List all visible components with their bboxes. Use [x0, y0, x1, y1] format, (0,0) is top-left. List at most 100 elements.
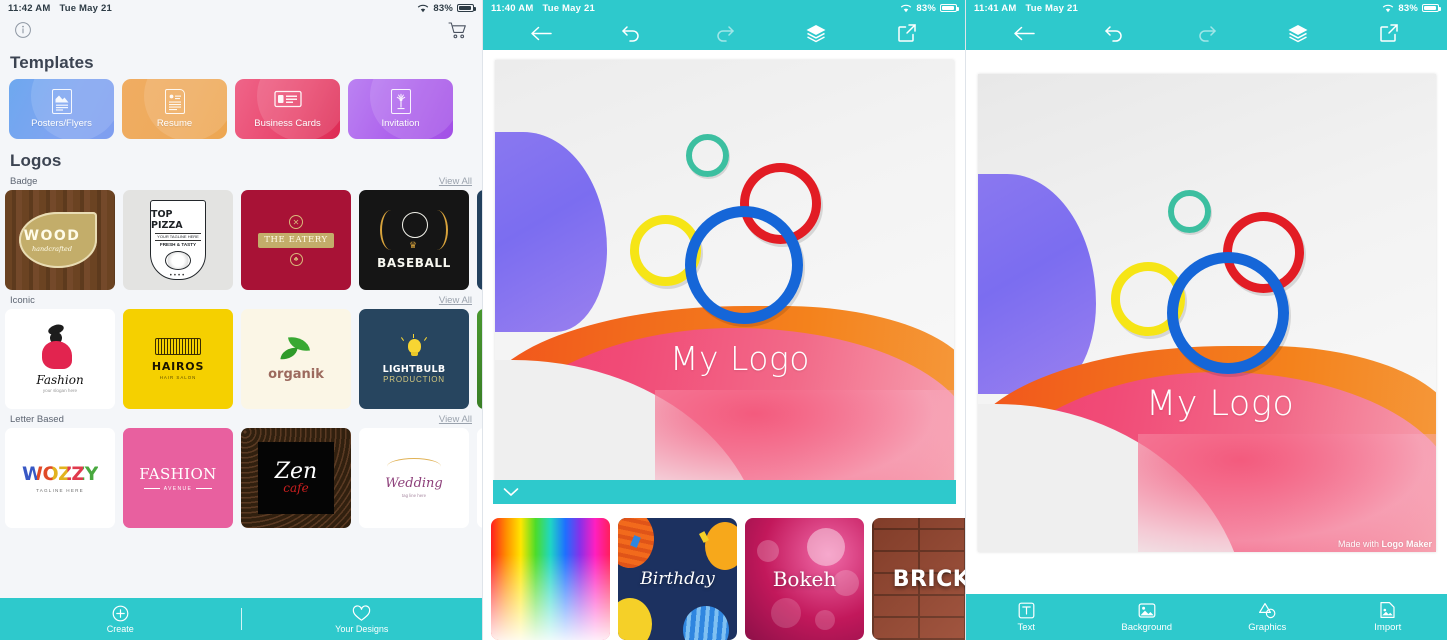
text-icon — [1018, 602, 1035, 618]
background-thumb-birthday[interactable]: Birthday — [618, 518, 737, 640]
logo-thumb-title: Wedding — [385, 476, 443, 491]
status-bar-right: 11:41 AM Tue May 21 83% — [966, 0, 1447, 16]
share-icon[interactable] — [1371, 19, 1407, 47]
tab-import[interactable]: Import — [1328, 601, 1447, 633]
ring-teal — [1168, 190, 1211, 233]
template-card-business-cards[interactable]: Business Cards — [235, 79, 340, 139]
image-icon — [1138, 602, 1156, 618]
logo-thumb-hairos[interactable]: HAIROS HAIR SALON — [123, 309, 233, 409]
logo-thumb-organik[interactable]: organik — [241, 309, 351, 409]
watermark-brand: Logo Maker — [1381, 539, 1432, 549]
category-header-badge: Badge View All — [0, 171, 482, 190]
status-date: Tue May 21 — [542, 2, 595, 14]
chevron-down-icon — [503, 488, 519, 496]
logo-thumb-subtitle: PRODUCTION — [383, 375, 445, 384]
logo-thumb-subtitle: HAIR SALON — [159, 374, 197, 380]
panel-editor-background-picker: 11:40 AM Tue May 21 83% My Logo Birthday… — [482, 0, 965, 640]
logo-thumb-wozzy[interactable]: WOZZY TAGLINE HERE — [5, 428, 115, 528]
left-top-bar — [0, 16, 482, 44]
card-glow — [370, 79, 453, 139]
undo-icon[interactable] — [1097, 19, 1133, 47]
tab-import-label: Import — [1374, 622, 1402, 633]
card-glow — [144, 79, 227, 139]
tab-create-label: Create — [106, 623, 134, 634]
logo-canvas-middle[interactable]: My Logo — [495, 60, 954, 486]
template-card-posters[interactable]: Posters/Flyers — [9, 79, 114, 139]
battery-icon — [940, 4, 959, 12]
status-bar-left: 11:42 AM Tue May 21 83% — [0, 0, 482, 16]
logo-thumb-wedding[interactable]: Wedding tag line here — [359, 428, 469, 528]
page-title-templates: Templates — [10, 53, 94, 72]
ring-blue — [685, 206, 803, 324]
shapes-icon — [1258, 602, 1276, 618]
wifi-icon — [1383, 4, 1394, 12]
tab-text[interactable]: Text — [966, 602, 1087, 633]
tab-your-designs-label: Your Designs — [335, 623, 389, 634]
editor-toolbar-middle — [483, 16, 965, 50]
logo-thumb-wood[interactable]: WOOD handcrafted — [5, 190, 115, 290]
document-icon — [164, 89, 185, 114]
tab-text-label: Text — [1017, 621, 1035, 633]
logo-row-letter-based: WOZZY TAGLINE HERE FASHION AVENUE Zen ca… — [0, 428, 482, 528]
layers-icon[interactable] — [798, 19, 834, 47]
redo-icon[interactable] — [706, 19, 742, 47]
tab-your-designs[interactable]: Your Designs — [242, 604, 483, 634]
background-thumb-bokeh[interactable]: Bokeh — [745, 518, 864, 640]
redo-icon[interactable] — [1188, 19, 1224, 47]
tab-create[interactable]: Create — [0, 605, 241, 634]
info-icon[interactable] — [14, 21, 32, 39]
logo-thumb-title: Zen — [274, 459, 318, 484]
logo-thumb-subtitle: YOUR TAGLINE HERE — [155, 232, 201, 241]
logo-thumb-title: LIGHTBULB — [382, 364, 446, 375]
logo-thumb-title: WOOD — [23, 227, 81, 244]
undo-icon[interactable] — [614, 19, 650, 47]
logo-thumb-lightbulb[interactable]: LIGHTBULB PRODUCTION — [359, 309, 469, 409]
tab-graphics-label: Graphics — [1248, 621, 1287, 633]
canvas-wrapper-right: My Logo Made with Logo Maker — [966, 50, 1447, 552]
logo-thumb-zen-cafe[interactable]: Zen cafe — [241, 428, 351, 528]
logo-thumb-fashion[interactable]: Fashion your slogan here — [5, 309, 115, 409]
tab-graphics[interactable]: Graphics — [1207, 602, 1328, 633]
logo-thumb-top-pizza[interactable]: TOP PIZZA YOUR TAGLINE HERE FRESH & TAST… — [123, 190, 233, 290]
share-icon[interactable] — [889, 19, 925, 47]
watermark-prefix: Made with — [1337, 539, 1382, 549]
background-thumb-brick[interactable]: BRICK — [872, 518, 965, 640]
cart-icon[interactable] — [448, 21, 468, 40]
template-card-resume[interactable]: Resume — [122, 79, 227, 139]
tab-background[interactable]: Background — [1087, 602, 1208, 633]
logo-thumb-title: WOZZY — [22, 463, 98, 485]
ring-teal — [686, 134, 729, 177]
battery-icon — [457, 4, 476, 12]
background-thumb-color-spectrum[interactable] — [491, 518, 610, 640]
battery-percent: 83% — [1398, 2, 1418, 14]
invitation-icon — [390, 89, 411, 114]
card-icon — [273, 89, 302, 114]
back-icon[interactable] — [523, 19, 559, 47]
layers-icon[interactable] — [1280, 19, 1316, 47]
panel-editor-preview: 11:41 AM Tue May 21 83% My Logo Made wit… — [965, 0, 1447, 640]
back-icon[interactable] — [1006, 19, 1042, 47]
logo-canvas-text[interactable]: My Logo — [670, 339, 810, 378]
battery-percent: 83% — [433, 2, 453, 14]
view-all-badge[interactable]: View All — [439, 176, 472, 187]
status-bar-middle: 11:40 AM Tue May 21 83% — [483, 0, 965, 16]
logo-thumb-title: BASEBALL — [377, 256, 451, 270]
view-all-letter-based[interactable]: View All — [439, 414, 472, 425]
logo-thumb-title: FASHION — [139, 464, 217, 483]
collapse-panel-bar[interactable] — [493, 480, 956, 504]
logo-canvas-right[interactable]: My Logo Made with Logo Maker — [978, 74, 1436, 552]
template-card-invitation[interactable]: Invitation — [348, 79, 453, 139]
status-date: Tue May 21 — [1025, 2, 1078, 14]
logo-thumb-title: Fashion — [36, 373, 84, 387]
logo-thumb-title: HAIROS — [151, 360, 205, 374]
logo-thumb-fashion-avenue[interactable]: FASHION AVENUE — [123, 428, 233, 528]
logo-thumb-subtitle: TAGLINE HERE — [36, 488, 84, 493]
logo-thumb-baseball[interactable]: ♛ BASEBALL — [359, 190, 469, 290]
logo-thumb-extra: FRESH & TASTY — [159, 242, 197, 247]
view-all-iconic[interactable]: View All — [439, 295, 472, 306]
logo-canvas-text[interactable]: My Logo — [1146, 384, 1294, 424]
background-thumb-label: Birthday — [640, 569, 715, 589]
tab-background-label: Background — [1121, 621, 1173, 633]
category-header-iconic: Iconic View All — [0, 290, 482, 309]
logo-thumb-the-eatery[interactable]: ✕ THE EATERY ♣ — [241, 190, 351, 290]
